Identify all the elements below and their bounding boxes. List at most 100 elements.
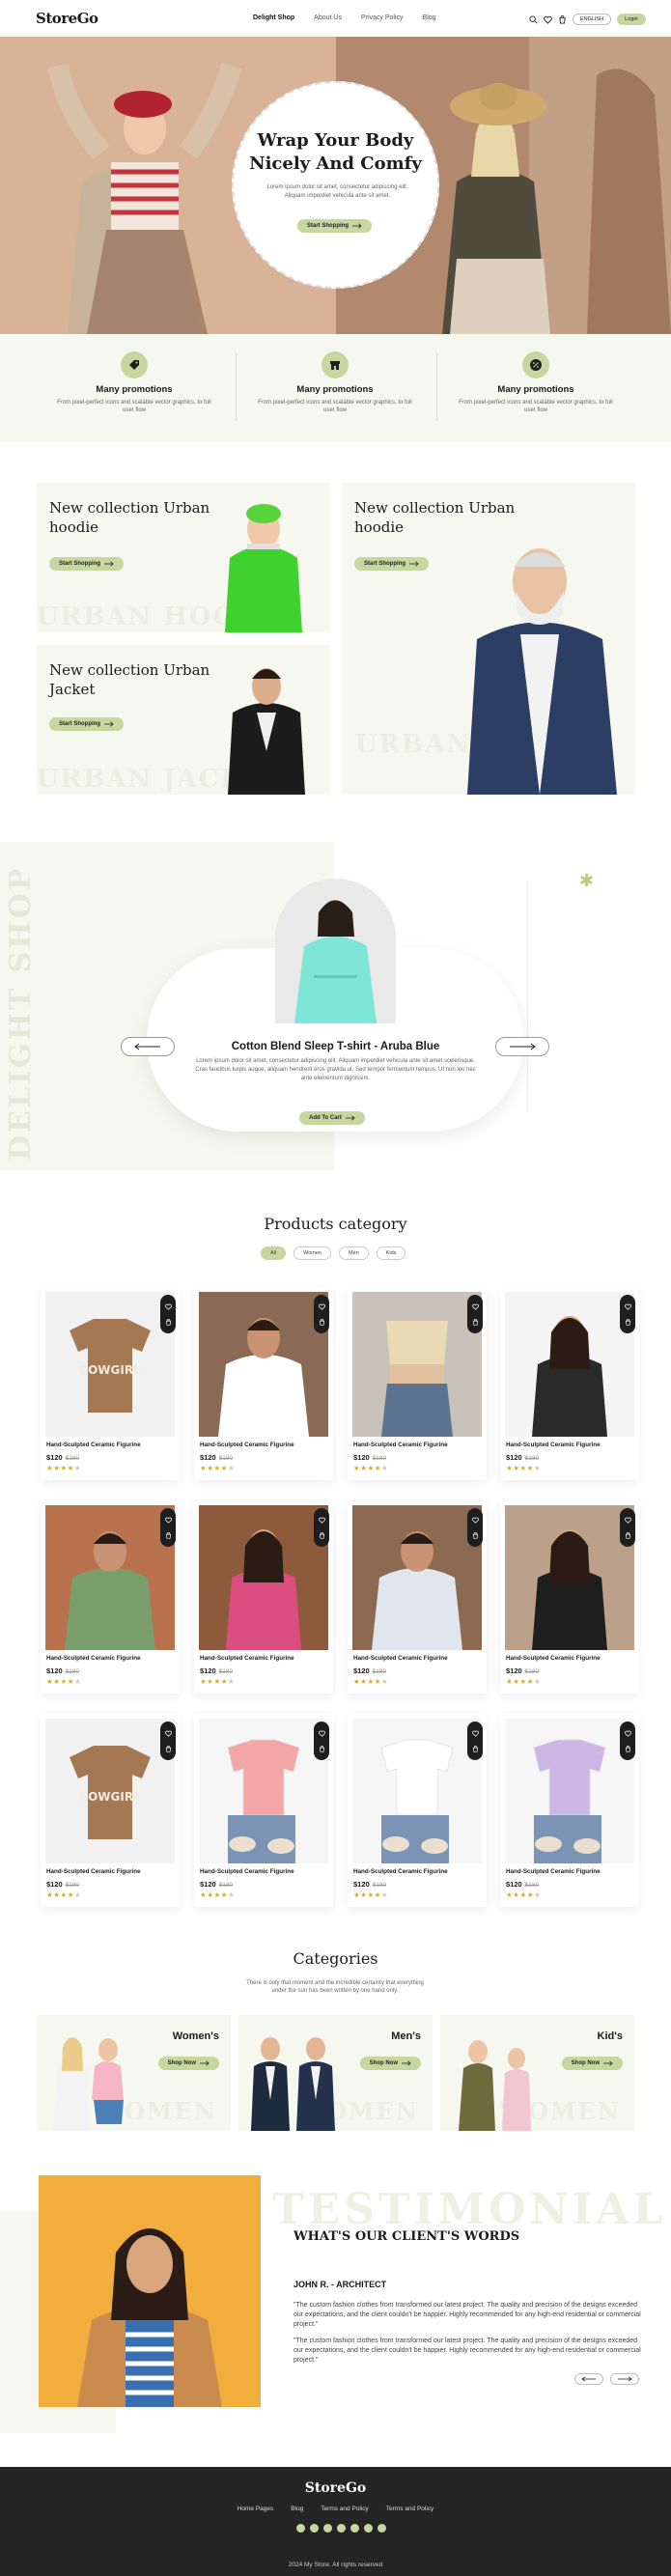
heart-icon[interactable] bbox=[318, 1303, 325, 1310]
cart-icon[interactable] bbox=[472, 1531, 479, 1539]
product-card[interactable]: Hand-Sculpted Ceramic Figurine $120 $180 … bbox=[500, 1287, 639, 1480]
product-card[interactable]: COWGIRL Hand-Sculpted Ceramic Figurine $… bbox=[41, 1287, 180, 1480]
tab-women[interactable]: Women bbox=[294, 1246, 331, 1260]
collection-start-shopping-button[interactable]: Start Shopping bbox=[49, 717, 124, 731]
product-name[interactable]: Hand-Sculpted Ceramic Figurine bbox=[200, 1442, 294, 1448]
heart-icon[interactable] bbox=[471, 1517, 479, 1524]
product-image[interactable] bbox=[45, 1505, 175, 1650]
product-image[interactable] bbox=[352, 1292, 482, 1437]
footer-logo[interactable]: StoreGo bbox=[0, 2480, 671, 2496]
product-image[interactable]: COWGIRL bbox=[45, 1292, 175, 1437]
tab-men[interactable]: Men bbox=[338, 1246, 369, 1260]
login-button[interactable]: Login bbox=[617, 14, 646, 25]
product-card[interactable]: Hand-Sculpted Ceramic Figurine $120 $180 … bbox=[41, 1500, 180, 1694]
social-icon-7[interactable] bbox=[377, 2524, 386, 2533]
product-name[interactable]: Hand-Sculpted Ceramic Figurine bbox=[200, 1868, 294, 1875]
product-card[interactable]: Hand-Sculpted Ceramic Figurine $120 $180 … bbox=[500, 1714, 639, 1907]
product-card[interactable]: Hand-Sculpted Ceramic Figurine $120 $180 … bbox=[194, 1287, 333, 1480]
brand-logo[interactable]: StoreGo bbox=[36, 10, 98, 27]
shop-now-button[interactable]: Shop Now bbox=[561, 2057, 623, 2070]
nav-link-delight-shop[interactable]: Delight Shop bbox=[253, 14, 294, 21]
shop-now-button[interactable]: Shop Now bbox=[157, 2057, 219, 2070]
nav-link-blog[interactable]: Blog bbox=[423, 14, 436, 21]
heart-icon[interactable] bbox=[318, 1517, 325, 1524]
tab-kids[interactable]: Kids bbox=[376, 1246, 406, 1260]
product-image[interactable] bbox=[199, 1719, 328, 1863]
product-name[interactable]: Hand-Sculpted Ceramic Figurine bbox=[506, 1868, 601, 1875]
heart-icon[interactable] bbox=[471, 1303, 479, 1310]
heart-icon[interactable] bbox=[471, 1730, 479, 1737]
next-testimonial-button[interactable] bbox=[610, 2373, 639, 2385]
product-card[interactable]: Hand-Sculpted Ceramic Figurine $120 $180 … bbox=[348, 1500, 487, 1694]
heart-icon[interactable] bbox=[624, 1730, 631, 1737]
prev-testimonial-button[interactable] bbox=[574, 2373, 603, 2385]
product-name[interactable]: Hand-Sculpted Ceramic Figurine bbox=[353, 1868, 448, 1875]
product-name[interactable]: Hand-Sculpted Ceramic Figurine bbox=[506, 1442, 601, 1448]
product-image[interactable] bbox=[505, 1292, 634, 1437]
product-image[interactable] bbox=[505, 1505, 634, 1650]
heart-icon[interactable] bbox=[164, 1303, 172, 1310]
heart-icon[interactable] bbox=[164, 1517, 172, 1524]
cart-icon[interactable] bbox=[625, 1745, 631, 1752]
product-name[interactable]: Hand-Sculpted Ceramic Figurine bbox=[506, 1655, 601, 1662]
product-name[interactable]: Hand-Sculpted Ceramic Figurine bbox=[200, 1655, 294, 1662]
next-product-button[interactable] bbox=[495, 1037, 549, 1056]
product-card[interactable]: Hand-Sculpted Ceramic Figurine $120 $180 … bbox=[500, 1500, 639, 1694]
heart-icon[interactable] bbox=[318, 1730, 325, 1737]
language-select[interactable]: ENGLISH bbox=[573, 14, 612, 25]
product-card[interactable]: Hand-Sculpted Ceramic Figurine $120 $180 … bbox=[348, 1714, 487, 1907]
product-rating: ★★★★★ bbox=[353, 1890, 388, 1899]
product-name[interactable]: Hand-Sculpted Ceramic Figurine bbox=[353, 1655, 448, 1662]
heart-icon[interactable] bbox=[544, 15, 552, 24]
product-card[interactable]: COWGIRL Hand-Sculpted Ceramic Figurine $… bbox=[41, 1714, 180, 1907]
collection-start-shopping-button[interactable]: Start Shopping bbox=[49, 557, 124, 571]
hero-start-shopping-button[interactable]: Start Shopping bbox=[297, 219, 372, 233]
product-card[interactable]: Hand-Sculpted Ceramic Figurine $120 $180 … bbox=[194, 1500, 333, 1694]
cart-icon[interactable] bbox=[472, 1318, 479, 1326]
social-icon-4[interactable] bbox=[337, 2524, 346, 2533]
shop-now-button[interactable]: Shop Now bbox=[359, 2057, 421, 2070]
cart-icon[interactable] bbox=[165, 1531, 172, 1539]
footer-link-terms[interactable]: Terms and Policy bbox=[321, 2506, 369, 2512]
product-image[interactable] bbox=[352, 1719, 482, 1863]
product-image[interactable] bbox=[199, 1505, 328, 1650]
product-name[interactable]: Hand-Sculpted Ceramic Figurine bbox=[353, 1442, 448, 1448]
product-card[interactable]: Hand-Sculpted Ceramic Figurine $120 $180 … bbox=[348, 1287, 487, 1480]
add-to-cart-button[interactable]: Add To Cart bbox=[299, 1111, 365, 1125]
footer-link-terms-2[interactable]: Terms and Policy bbox=[386, 2506, 434, 2512]
cart-icon[interactable] bbox=[625, 1531, 631, 1539]
featured-product-image bbox=[275, 879, 396, 1023]
heart-icon[interactable] bbox=[624, 1517, 631, 1524]
social-icon-3[interactable] bbox=[323, 2524, 332, 2533]
cart-icon[interactable] bbox=[319, 1745, 325, 1752]
social-icon-1[interactable] bbox=[296, 2524, 305, 2533]
cart-icon[interactable] bbox=[319, 1531, 325, 1539]
collection-start-shopping-button[interactable]: Start Shopping bbox=[354, 557, 429, 571]
product-name[interactable]: Hand-Sculpted Ceramic Figurine bbox=[46, 1868, 141, 1875]
nav-link-about[interactable]: About Us bbox=[314, 14, 342, 21]
product-image[interactable]: COWGIRL bbox=[45, 1719, 175, 1863]
tab-all[interactable]: All bbox=[261, 1246, 287, 1260]
social-icon-6[interactable] bbox=[364, 2524, 373, 2533]
heart-icon[interactable] bbox=[164, 1730, 172, 1737]
social-icon-5[interactable] bbox=[350, 2524, 359, 2533]
prev-product-button[interactable] bbox=[121, 1037, 175, 1056]
product-card[interactable]: Hand-Sculpted Ceramic Figurine $120 $180 … bbox=[194, 1714, 333, 1907]
heart-icon[interactable] bbox=[624, 1303, 631, 1310]
product-image[interactable] bbox=[505, 1719, 634, 1863]
nav-link-privacy[interactable]: Privacy Policy bbox=[361, 14, 404, 21]
product-image[interactable] bbox=[352, 1505, 482, 1650]
cart-icon[interactable] bbox=[558, 14, 567, 24]
product-name[interactable]: Hand-Sculpted Ceramic Figurine bbox=[46, 1442, 141, 1448]
footer-link-home[interactable]: Home Pages bbox=[238, 2506, 274, 2512]
social-icon-2[interactable] bbox=[310, 2524, 319, 2533]
cart-icon[interactable] bbox=[472, 1745, 479, 1752]
cart-icon[interactable] bbox=[625, 1318, 631, 1326]
product-image[interactable] bbox=[199, 1292, 328, 1437]
cart-icon[interactable] bbox=[165, 1745, 172, 1752]
cart-icon[interactable] bbox=[319, 1318, 325, 1326]
search-icon[interactable] bbox=[529, 14, 538, 24]
cart-icon[interactable] bbox=[165, 1318, 172, 1326]
product-name[interactable]: Hand-Sculpted Ceramic Figurine bbox=[46, 1655, 141, 1662]
footer-link-blog[interactable]: Blog bbox=[291, 2506, 303, 2512]
